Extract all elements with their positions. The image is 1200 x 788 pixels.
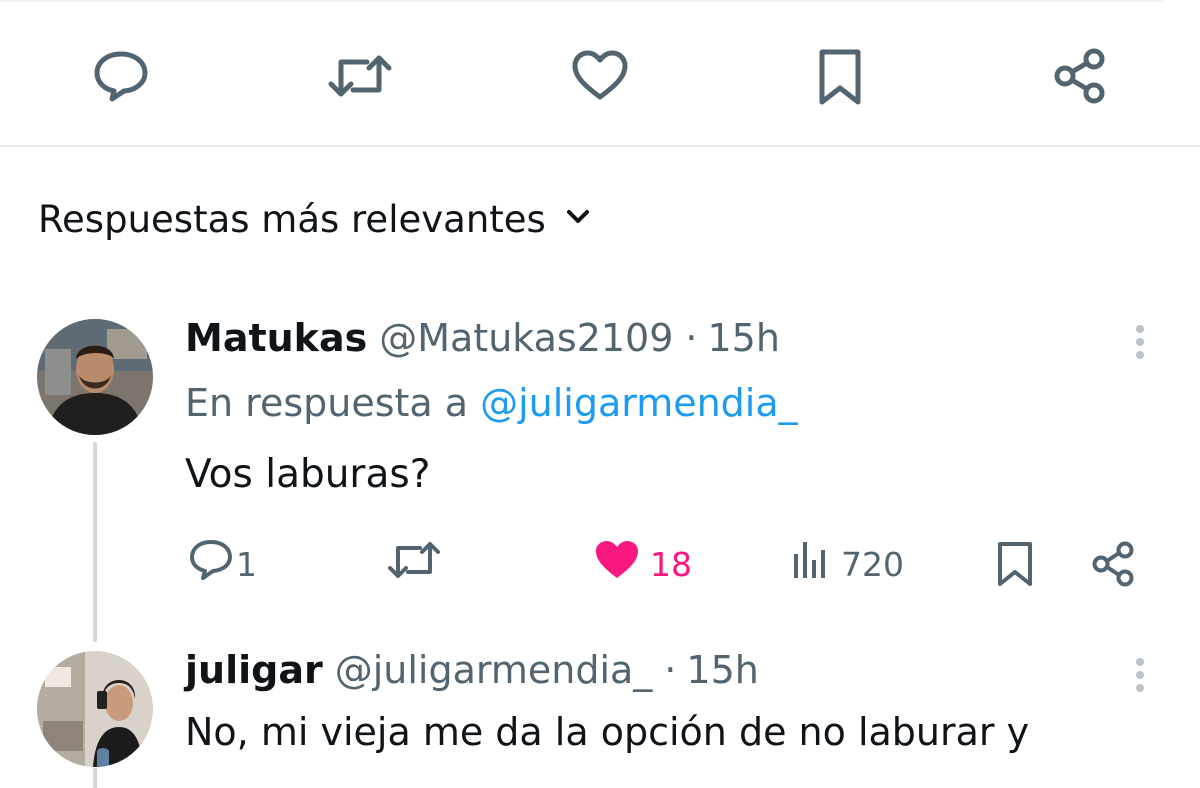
display-name[interactable]: juligar xyxy=(185,648,323,692)
user-handle[interactable]: @Matukas2109 xyxy=(379,316,673,360)
avatar[interactable] xyxy=(37,319,153,435)
analytics-icon xyxy=(791,540,833,588)
bookmark-icon[interactable] xyxy=(995,540,1035,588)
user-handle[interactable]: @juligarmendia_ xyxy=(335,648,653,692)
more-options-icon[interactable] xyxy=(1136,320,1146,364)
thread-line xyxy=(93,768,97,788)
heart-filled-icon xyxy=(594,539,640,589)
reply-icon[interactable] xyxy=(92,50,150,102)
thread-line xyxy=(93,442,97,642)
retweet-button[interactable] xyxy=(386,540,442,588)
replies-sort-label: Respuestas más relevantes xyxy=(38,197,546,241)
reply-header: Matukas @Matukas2109 · 15h xyxy=(185,316,780,364)
reply-context: En respuesta a @juligarmendia_ xyxy=(185,381,798,429)
retweet-icon xyxy=(386,538,442,590)
views-button[interactable]: 720 xyxy=(791,540,904,588)
reply-text: Vos laburas? xyxy=(185,452,431,497)
replies-sort-dropdown[interactable]: Respuestas más relevantes xyxy=(38,192,590,246)
reply-text: No, mi vieja me da la opción de no labur… xyxy=(185,710,1030,754)
like-button[interactable]: 18 xyxy=(594,540,692,588)
like-icon[interactable] xyxy=(571,50,629,102)
reply-icon xyxy=(188,539,234,589)
share-icon[interactable] xyxy=(1090,540,1136,588)
share-icon[interactable] xyxy=(1052,48,1108,104)
meta-separator: · xyxy=(685,316,698,360)
top-divider xyxy=(0,0,1165,2)
avatar[interactable] xyxy=(37,651,153,767)
timestamp[interactable]: 15h xyxy=(686,648,758,692)
reply-header: juligar @juligarmendia_ · 15h xyxy=(185,648,759,696)
reply-to-handle[interactable]: @juligarmendia_ xyxy=(480,381,798,425)
meta-separator: · xyxy=(664,648,677,692)
display-name[interactable]: Matukas xyxy=(185,316,367,360)
action-bar-divider xyxy=(0,145,1200,147)
chevron-down-icon xyxy=(566,209,590,229)
view-count: 720 xyxy=(841,544,904,584)
retweet-icon[interactable] xyxy=(327,50,393,102)
more-options-icon[interactable] xyxy=(1136,653,1146,697)
timestamp[interactable]: 15h xyxy=(708,316,780,360)
reply-count: 1 xyxy=(236,544,257,584)
like-count: 18 xyxy=(650,544,692,584)
bookmark-icon[interactable] xyxy=(815,48,865,106)
reply-to-prefix: En respuesta a xyxy=(185,381,469,425)
reply-count-button[interactable]: 1 xyxy=(188,540,257,588)
